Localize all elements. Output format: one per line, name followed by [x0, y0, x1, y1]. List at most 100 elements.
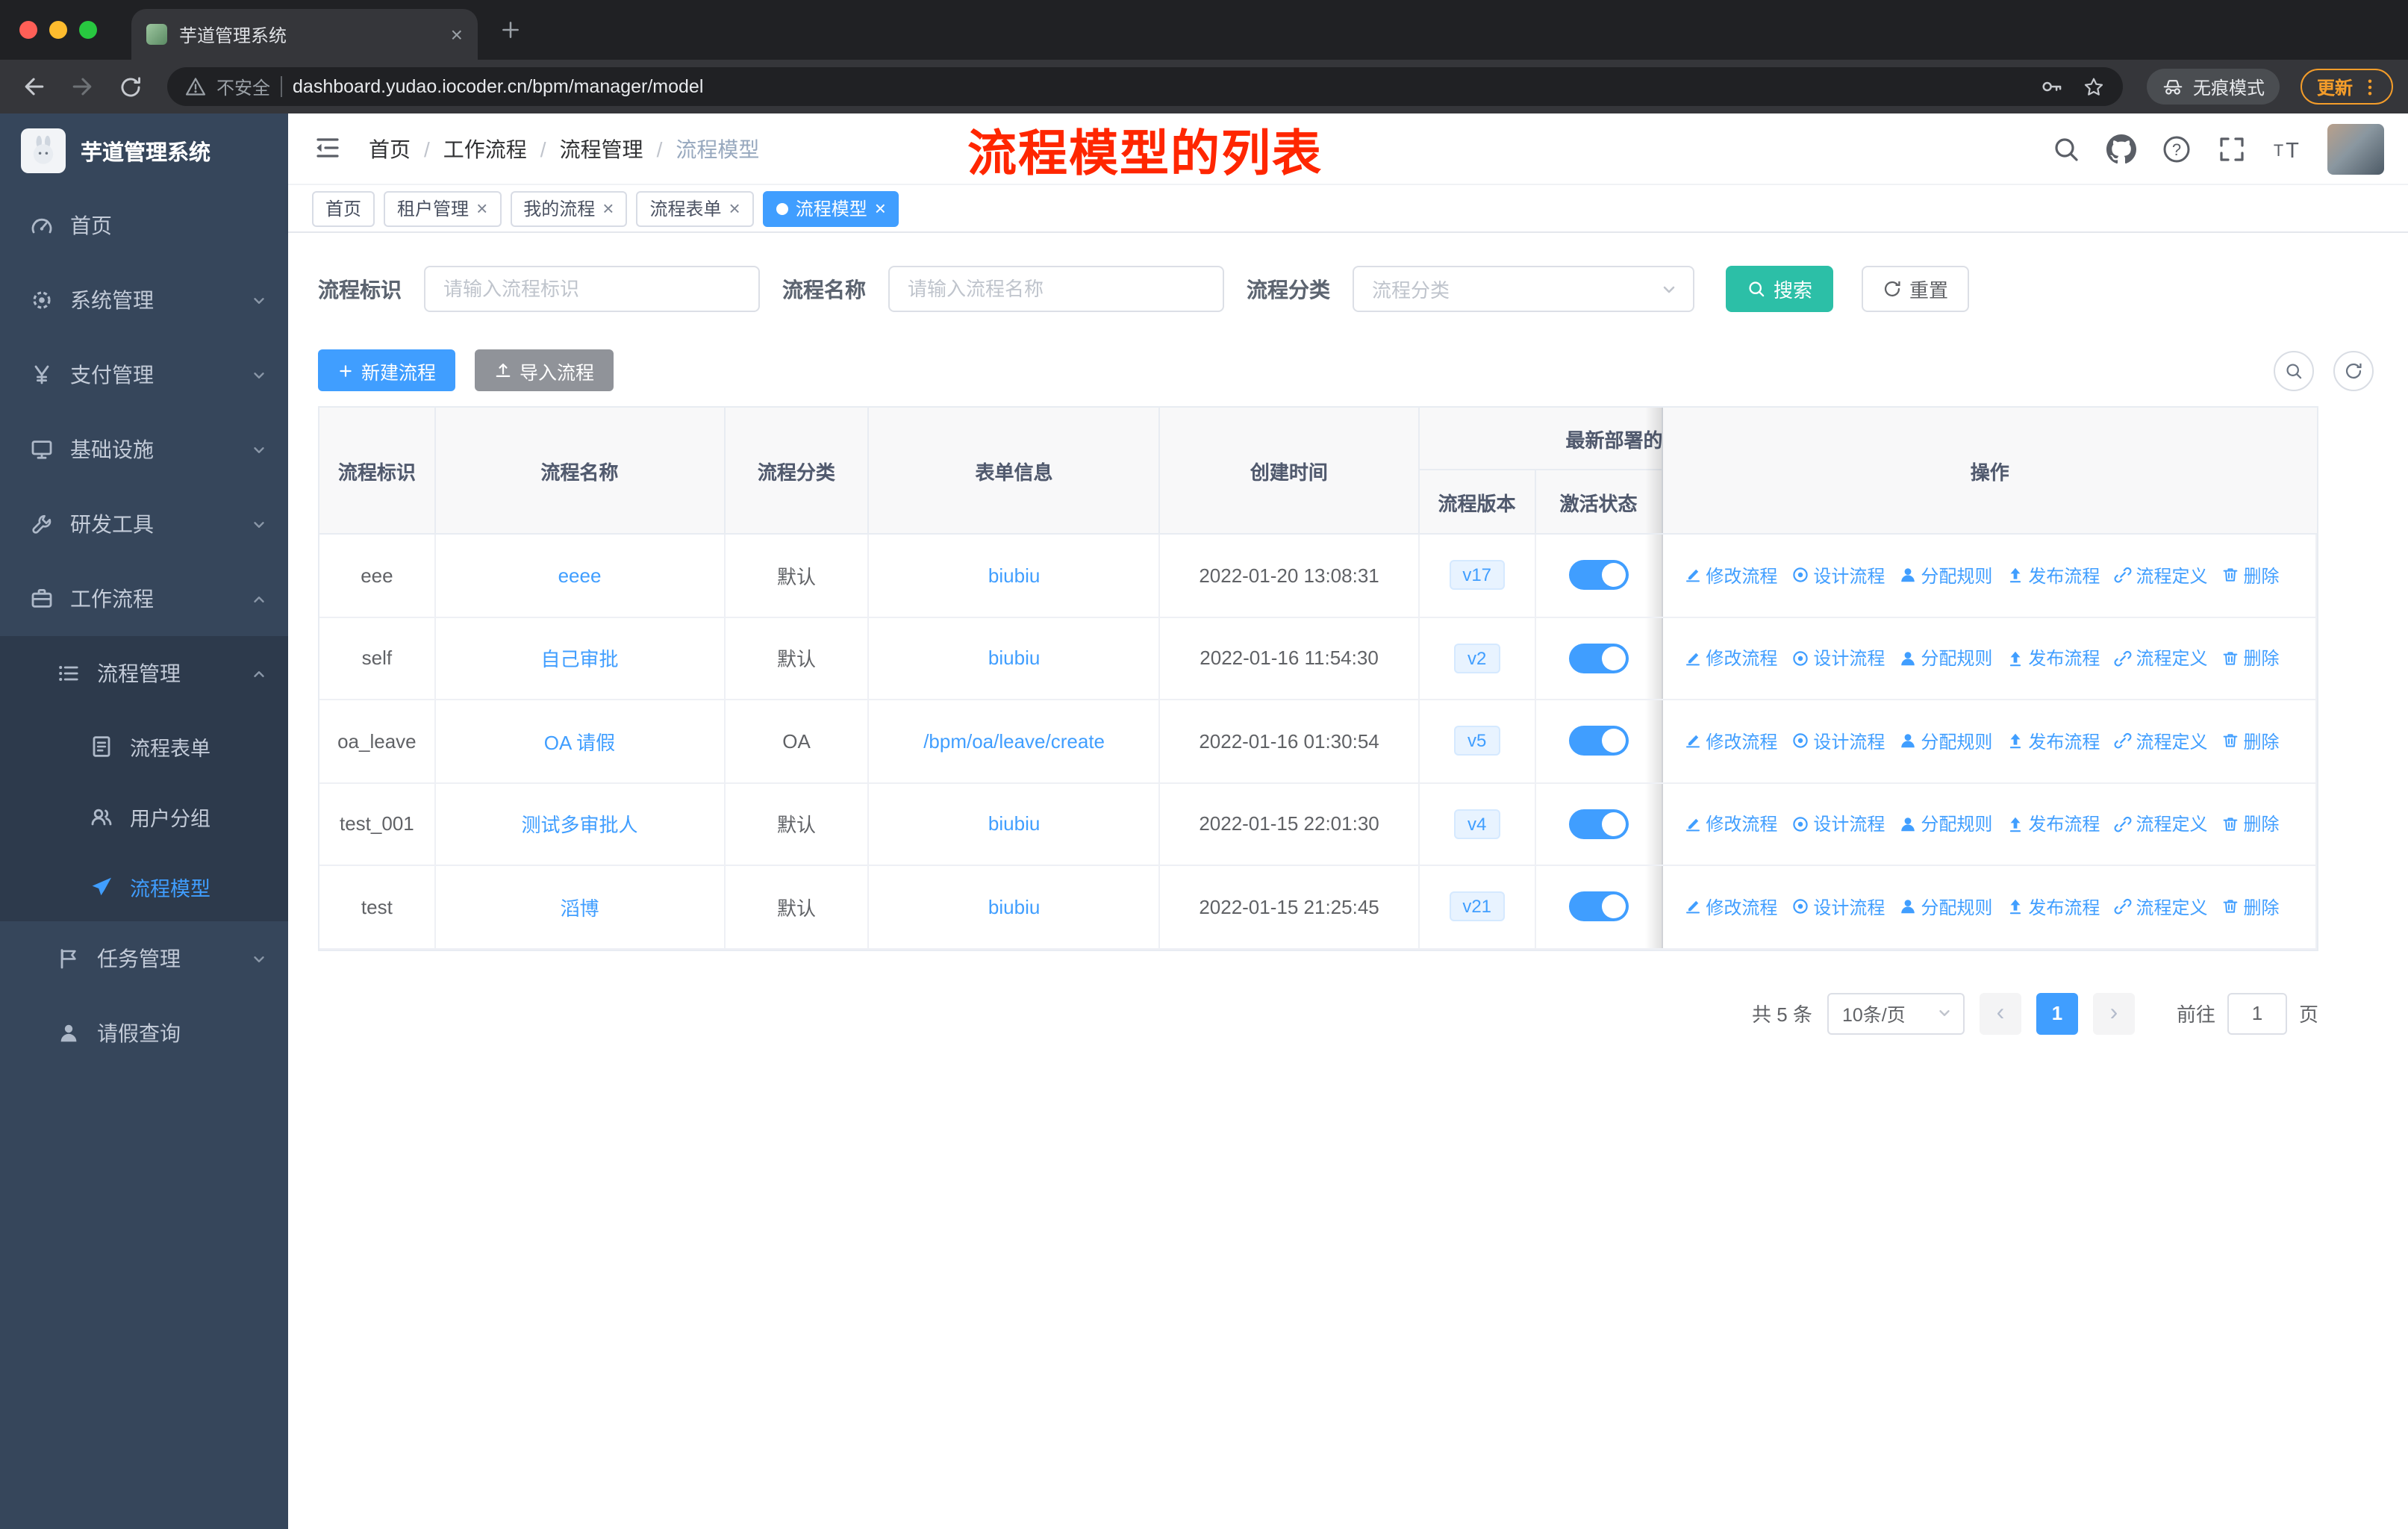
sidebar-item-home[interactable]: 首页	[0, 188, 288, 263]
prev-page-button[interactable]: ‹	[1979, 992, 2021, 1034]
goto-page-input[interactable]	[2227, 992, 2287, 1034]
action-definition-link[interactable]: 流程定义	[2113, 563, 2207, 588]
breadcrumb-workflow[interactable]: 工作流程	[443, 134, 527, 164]
url-text[interactable]: dashboard.yudao.iocoder.cn/bpm/manager/m…	[293, 76, 2020, 97]
process-name-link[interactable]: 自己审批	[540, 644, 618, 673]
action-definition-link[interactable]: 流程定义	[2113, 812, 2207, 837]
help-icon[interactable]: ?	[2162, 134, 2192, 164]
action-publish-link[interactable]: 发布流程	[2006, 894, 2100, 920]
maximize-window-icon[interactable]	[79, 21, 97, 39]
action-edit-link[interactable]: 修改流程	[1683, 563, 1777, 588]
create-process-button[interactable]: 新建流程	[318, 349, 456, 391]
minimize-window-icon[interactable]	[49, 21, 67, 39]
form-info-link[interactable]: biubiu	[988, 647, 1040, 670]
fullscreen-icon[interactable]	[2217, 134, 2247, 164]
action-assign-link[interactable]: 分配规则	[1898, 812, 1992, 837]
github-icon[interactable]	[2106, 134, 2136, 164]
sidebar-item-payment[interactable]: 支付管理	[0, 337, 288, 412]
action-publish-link[interactable]: 发布流程	[2006, 646, 2100, 671]
action-edit-link[interactable]: 修改流程	[1683, 894, 1777, 920]
search-icon[interactable]	[2051, 134, 2081, 164]
breadcrumb-process-management[interactable]: 流程管理	[560, 134, 643, 164]
process-name-link[interactable]: 测试多审批人	[521, 810, 637, 838]
action-delete-link[interactable]: 删除	[2221, 812, 2280, 837]
action-assign-link[interactable]: 分配规则	[1898, 563, 1992, 588]
tag-close-icon[interactable]: ×	[602, 199, 614, 218]
category-select[interactable]: 流程分类	[1353, 266, 1694, 312]
process-name-link[interactable]: eeee	[558, 564, 602, 587]
action-delete-link[interactable]: 删除	[2221, 894, 2280, 920]
process-key-input[interactable]	[424, 266, 760, 312]
forward-icon[interactable]	[63, 67, 102, 106]
action-assign-link[interactable]: 分配规则	[1898, 729, 1992, 754]
font-size-icon[interactable]: TT	[2272, 134, 2302, 164]
tag-process-model[interactable]: 流程模型 ×	[762, 190, 899, 226]
tag-process-form[interactable]: 流程表单 ×	[636, 190, 754, 226]
action-design-link[interactable]: 设计流程	[1791, 563, 1885, 588]
toggle-search-icon[interactable]	[2274, 350, 2314, 390]
active-toggle[interactable]	[1568, 809, 1629, 839]
app-logo-row[interactable]: 芋道管理系统	[0, 113, 288, 188]
user-avatar[interactable]	[2327, 123, 2384, 174]
action-definition-link[interactable]: 流程定义	[2113, 729, 2207, 754]
page-size-select[interactable]: 10条/页	[1827, 992, 1965, 1034]
sidebar-item-workflow[interactable]: 工作流程	[0, 561, 288, 636]
security-label[interactable]: 不安全	[216, 74, 270, 99]
action-definition-link[interactable]: 流程定义	[2113, 646, 2207, 671]
search-button[interactable]: 搜索	[1726, 266, 1834, 312]
sidebar-item-user-group[interactable]: 用户分组	[0, 781, 288, 851]
active-toggle[interactable]	[1568, 726, 1629, 756]
sidebar-item-process-form[interactable]: 流程表单	[0, 711, 288, 781]
action-edit-link[interactable]: 修改流程	[1683, 812, 1777, 837]
active-toggle[interactable]	[1568, 891, 1629, 922]
action-delete-link[interactable]: 删除	[2221, 646, 2280, 671]
active-toggle[interactable]	[1568, 560, 1629, 591]
action-assign-link[interactable]: 分配规则	[1898, 894, 1992, 920]
import-process-button[interactable]: 导入流程	[475, 349, 614, 391]
tag-close-icon[interactable]: ×	[476, 199, 487, 218]
form-info-link[interactable]: /bpm/oa/leave/create	[923, 730, 1105, 753]
next-page-button[interactable]: ›	[2092, 992, 2135, 1034]
tag-home[interactable]: 首页	[312, 190, 375, 226]
action-definition-link[interactable]: 流程定义	[2113, 894, 2207, 920]
action-edit-link[interactable]: 修改流程	[1683, 729, 1777, 754]
action-assign-link[interactable]: 分配规则	[1898, 646, 1992, 671]
tag-close-icon[interactable]: ×	[875, 199, 886, 218]
action-design-link[interactable]: 设计流程	[1791, 646, 1885, 671]
breadcrumb-home[interactable]: 首页	[369, 134, 411, 164]
action-publish-link[interactable]: 发布流程	[2006, 729, 2100, 754]
action-publish-link[interactable]: 发布流程	[2006, 812, 2100, 837]
page-number-1[interactable]: 1	[2036, 992, 2078, 1034]
sidebar-item-process-model[interactable]: 流程模型	[0, 851, 288, 921]
action-delete-link[interactable]: 删除	[2221, 729, 2280, 754]
new-tab-button[interactable]	[493, 12, 528, 48]
sidebar-item-process-management[interactable]: 流程管理	[0, 636, 288, 711]
process-name-link[interactable]: OA 请假	[544, 727, 615, 756]
sidebar-item-devtools[interactable]: 研发工具	[0, 487, 288, 561]
collapse-sidebar-icon[interactable]	[312, 132, 345, 165]
tag-close-icon[interactable]: ×	[729, 199, 740, 218]
action-edit-link[interactable]: 修改流程	[1683, 646, 1777, 671]
process-name-input[interactable]	[888, 266, 1224, 312]
browser-update-button[interactable]: 更新	[2300, 69, 2393, 105]
refresh-table-icon[interactable]	[2333, 350, 2374, 390]
tag-tenant[interactable]: 租户管理 ×	[384, 190, 502, 226]
key-icon[interactable]	[2039, 75, 2063, 99]
sidebar-item-leave-query[interactable]: 请假查询	[0, 996, 288, 1071]
action-design-link[interactable]: 设计流程	[1791, 729, 1885, 754]
action-publish-link[interactable]: 发布流程	[2006, 563, 2100, 588]
sidebar-item-system[interactable]: 系统管理	[0, 263, 288, 337]
bookmark-star-icon[interactable]	[2083, 75, 2105, 98]
active-toggle[interactable]	[1568, 643, 1629, 673]
action-design-link[interactable]: 设计流程	[1791, 894, 1885, 920]
tag-my-process[interactable]: 我的流程 ×	[510, 190, 628, 226]
sidebar-item-task-management[interactable]: 任务管理	[0, 921, 288, 996]
action-delete-link[interactable]: 删除	[2221, 563, 2280, 588]
reset-button[interactable]: 重置	[1862, 266, 1970, 312]
close-window-icon[interactable]	[19, 21, 37, 39]
action-design-link[interactable]: 设计流程	[1791, 812, 1885, 837]
form-info-link[interactable]: biubiu	[988, 564, 1040, 587]
address-bar[interactable]: 不安全 dashboard.yudao.iocoder.cn/bpm/manag…	[167, 67, 2123, 106]
back-icon[interactable]	[15, 67, 54, 106]
browser-tab[interactable]: 芋道管理系统 ×	[131, 9, 478, 60]
